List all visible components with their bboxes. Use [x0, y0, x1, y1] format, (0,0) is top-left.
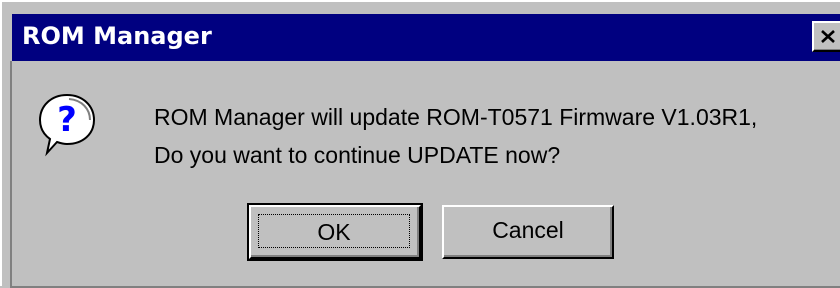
frame-shadow: [10, 61, 12, 288]
ok-button-label: OK: [258, 214, 410, 248]
message-dialog: ROM Manager ? ROM Manager will update RO…: [0, 0, 840, 288]
dialog-message: ROM Manager will update ROM-T0571 Firmwa…: [154, 98, 757, 174]
message-line-1: ROM Manager will update ROM-T0571 Firmwa…: [154, 104, 758, 130]
question-icon: ?: [36, 91, 98, 157]
close-button[interactable]: [812, 21, 840, 52]
title-bar[interactable]: ROM Manager: [12, 14, 840, 61]
svg-text:?: ?: [57, 100, 77, 140]
cancel-button[interactable]: Cancel: [442, 205, 614, 259]
close-icon: [821, 30, 835, 43]
message-line-2: Do you want to continue UPDATE now?: [154, 142, 561, 168]
window-title: ROM Manager: [22, 22, 212, 50]
ok-button[interactable]: OK: [247, 203, 423, 261]
